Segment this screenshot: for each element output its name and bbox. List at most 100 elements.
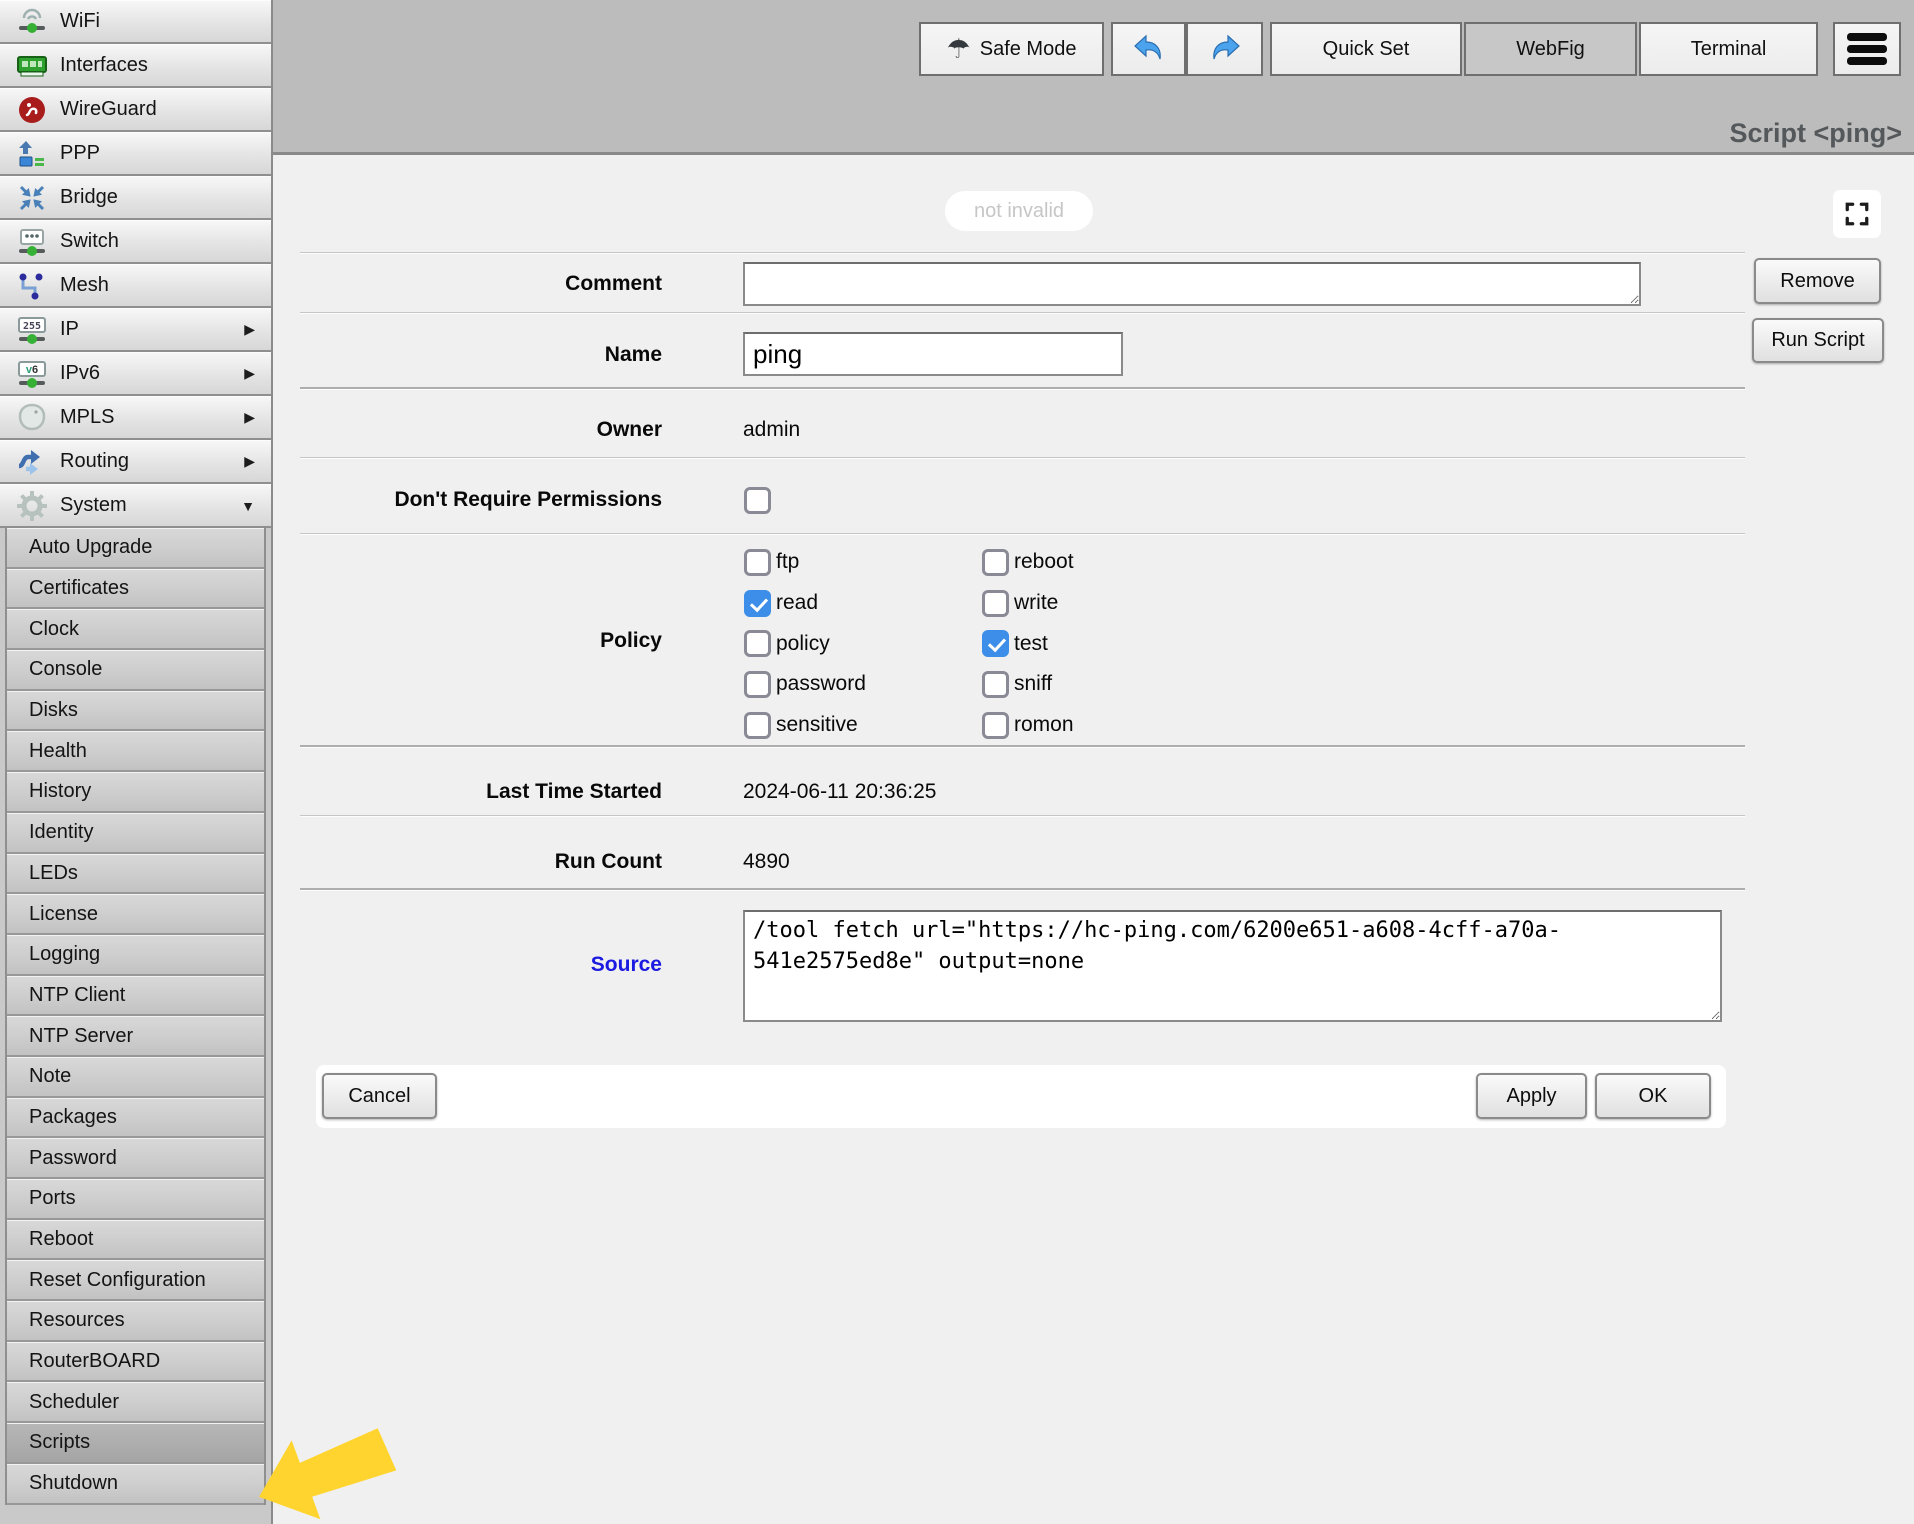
policy-checkbox-label[interactable]: write	[1014, 591, 1058, 615]
policy-checkbox-label[interactable]: romon	[1014, 713, 1074, 737]
sidebar-item-disks[interactable]: Disks	[7, 691, 264, 732]
remove-button[interactable]: Remove	[1754, 258, 1881, 304]
policy-checkbox-test[interactable]	[982, 630, 1009, 657]
sidebar-item-note[interactable]: Note	[7, 1057, 264, 1098]
sidebar-item-label: LEDs	[29, 862, 78, 885]
switch-icon	[11, 222, 53, 261]
sidebar-item-label: Console	[29, 658, 102, 681]
run-script-button[interactable]: Run Script	[1752, 318, 1884, 363]
sidebar-item-packages[interactable]: Packages	[7, 1098, 264, 1139]
policy-checkbox-label[interactable]: read	[776, 591, 818, 615]
policy-checkbox-romon[interactable]	[982, 712, 1009, 739]
comment-label: Comment	[300, 273, 662, 295]
sidebar-item-identity[interactable]: Identity	[7, 813, 264, 854]
source-field[interactable]: /tool fetch url="https://hc-ping.com/620…	[743, 910, 1722, 1022]
tab-terminal[interactable]: Terminal	[1639, 22, 1818, 76]
sidebar-item-label: History	[29, 780, 91, 803]
sidebar-item-clock[interactable]: Clock	[7, 609, 264, 650]
policy-checkbox-label[interactable]: ftp	[776, 550, 799, 574]
sidebar-item-mesh[interactable]: Mesh	[0, 264, 271, 308]
tab-webfig[interactable]: WebFig	[1464, 22, 1637, 76]
sidebar-item-wireguard[interactable]: WireGuard	[0, 88, 271, 132]
sidebar-item-password[interactable]: Password	[7, 1138, 264, 1179]
policy-item-sniff: sniff	[982, 664, 1074, 705]
sidebar-item-ip[interactable]: 255IP▶	[0, 308, 271, 352]
sidebar-item-label: Scripts	[29, 1431, 90, 1454]
policy-checkbox-label[interactable]: policy	[776, 632, 830, 656]
policy-checkbox-label[interactable]: sensitive	[776, 713, 858, 737]
tab-quick-set[interactable]: Quick Set	[1270, 22, 1462, 76]
policy-checkbox-label[interactable]: sniff	[1014, 672, 1052, 696]
sidebar-item-logging[interactable]: Logging	[7, 935, 264, 976]
dont-require-permissions-checkbox[interactable]	[744, 487, 771, 514]
sidebar-item-ntp-client[interactable]: NTP Client	[7, 976, 264, 1017]
sidebar-item-ppp[interactable]: PPP	[0, 132, 271, 176]
sidebar-item-wifi[interactable]: WiFi	[0, 0, 271, 44]
policy-checkbox-label[interactable]: test	[1014, 632, 1048, 656]
action-button-bar: Cancel Apply OK	[316, 1065, 1726, 1128]
sidebar-item-bridge[interactable]: Bridge	[0, 176, 271, 220]
sidebar-item-label: Resources	[29, 1309, 125, 1332]
policy-checkbox-label[interactable]: reboot	[1014, 550, 1074, 574]
cancel-button[interactable]: Cancel	[322, 1073, 437, 1119]
sidebar-item-ports[interactable]: Ports	[7, 1179, 264, 1220]
sidebar-item-shutdown[interactable]: Shutdown	[7, 1464, 264, 1505]
sidebar-item-ipv6[interactable]: v6IPv6▶	[0, 352, 271, 396]
row-separator	[300, 387, 1745, 390]
sidebar-item-label: Packages	[29, 1106, 117, 1129]
policy-checkbox-sniff[interactable]	[982, 671, 1009, 698]
sidebar-item-routerboard[interactable]: RouterBOARD	[7, 1342, 264, 1383]
apply-button[interactable]: Apply	[1476, 1073, 1587, 1119]
sidebar-item-switch[interactable]: Switch	[0, 220, 271, 264]
sidebar-item-certificates[interactable]: Certificates	[7, 569, 264, 610]
redo-button[interactable]	[1186, 22, 1263, 76]
sidebar-item-reset-configuration[interactable]: Reset Configuration	[7, 1260, 264, 1301]
sidebar-item-history[interactable]: History	[7, 772, 264, 813]
chevron-right-icon: ▶	[244, 409, 255, 426]
chevron-right-icon: ▶	[244, 453, 255, 470]
dont-require-permissions-label: Don't Require Permissions	[300, 489, 662, 511]
ppp-icon	[11, 134, 53, 173]
sidebar-top-menu: WiFiInterfacesWireGuardPPP Bridge SwitchMe…	[0, 0, 271, 528]
sidebar-item-reboot[interactable]: Reboot	[7, 1220, 264, 1261]
sidebar-item-label: Clock	[29, 618, 79, 641]
sidebar-item-ntp-server[interactable]: NTP Server	[7, 1016, 264, 1057]
fullscreen-button[interactable]	[1833, 190, 1881, 238]
sidebar-item-label: Bridge	[60, 186, 118, 209]
sidebar-item-resources[interactable]: Resources	[7, 1301, 264, 1342]
name-field[interactable]	[743, 332, 1123, 376]
comment-field[interactable]	[743, 262, 1641, 306]
sidebar-item-scheduler[interactable]: Scheduler	[7, 1382, 264, 1423]
run-count-label: Run Count	[300, 851, 662, 873]
sidebar-item-license[interactable]: License	[7, 894, 264, 935]
policy-checkbox-sensitive[interactable]	[744, 712, 771, 739]
sidebar-item-interfaces[interactable]: Interfaces	[0, 44, 271, 88]
policy-checkbox-reboot[interactable]	[982, 549, 1009, 576]
sidebar-item-health[interactable]: Health	[7, 731, 264, 772]
policy-checkbox-policy[interactable]	[744, 630, 771, 657]
sidebar-item-leds[interactable]: LEDs	[7, 854, 264, 895]
undo-button[interactable]	[1111, 22, 1186, 76]
sidebar-item-label: NTP Client	[29, 984, 125, 1007]
policy-item-test: test	[982, 623, 1074, 664]
name-label: Name	[300, 344, 662, 366]
policy-column-2: reboot write test sniff romon	[982, 542, 1074, 745]
safe-mode-button[interactable]: ☂ Safe Mode	[919, 22, 1104, 76]
sidebar-item-console[interactable]: Console	[7, 650, 264, 691]
menu-button[interactable]	[1833, 22, 1901, 76]
sidebar-item-system[interactable]: System▼	[0, 484, 271, 528]
sidebar-item-scripts[interactable]: Scripts	[7, 1423, 264, 1464]
policy-checkbox-label[interactable]: password	[776, 672, 866, 696]
sidebar-item-label: Scheduler	[29, 1391, 119, 1414]
policy-checkbox-ftp[interactable]	[744, 549, 771, 576]
policy-checkbox-password[interactable]	[744, 671, 771, 698]
policy-checkbox-read[interactable]	[744, 590, 771, 617]
ok-button[interactable]: OK	[1595, 1073, 1711, 1119]
undo-icon	[1131, 31, 1167, 67]
sidebar-item-label: Certificates	[29, 577, 129, 600]
sidebar-item-mpls[interactable]: MPLS▶	[0, 396, 271, 440]
sidebar-item-routing[interactable]: Routing▶	[0, 440, 271, 484]
policy-checkbox-write[interactable]	[982, 590, 1009, 617]
sidebar-item-auto-upgrade[interactable]: Auto Upgrade	[7, 528, 264, 569]
last-time-started-label: Last Time Started	[300, 781, 662, 803]
